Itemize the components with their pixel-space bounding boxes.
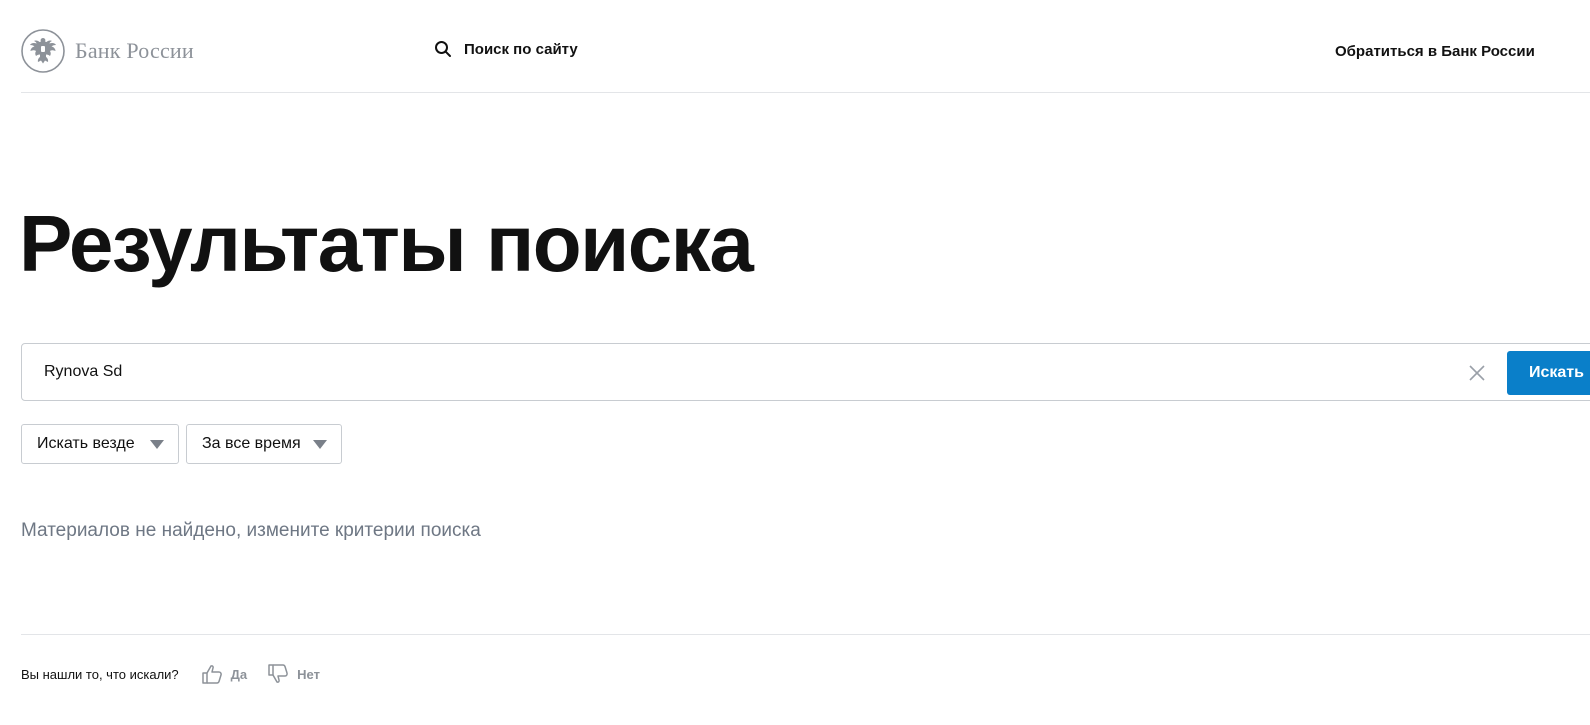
site-search-button[interactable]: Поиск по сайту xyxy=(434,40,578,58)
feedback-no-label: Нет xyxy=(297,666,320,682)
chevron-down-icon xyxy=(150,440,164,449)
filter-period-select[interactable]: За все время xyxy=(186,424,342,464)
double-headed-eagle-icon xyxy=(21,29,65,73)
feedback-bar: Вы нашли то, что искали? Да Нет xyxy=(21,662,320,686)
search-input[interactable] xyxy=(44,344,1444,400)
chevron-down-icon xyxy=(313,440,327,449)
empty-results-message: Материалов не найдено, измените критерии… xyxy=(21,520,481,541)
close-icon xyxy=(1469,365,1485,381)
search-icon xyxy=(435,41,451,57)
feedback-question: Вы нашли то, что искали? xyxy=(21,666,179,682)
site-search-label: Поиск по сайту xyxy=(464,40,578,58)
contact-bank-link[interactable]: Обратиться в Банк России xyxy=(1335,43,1535,60)
search-submit-button[interactable]: Искать xyxy=(1507,351,1590,395)
filter-scope-select[interactable]: Искать везде xyxy=(21,424,179,464)
filter-period-value: За все время xyxy=(202,435,301,452)
logo[interactable]: Банк России xyxy=(21,28,194,74)
feedback-no-button[interactable]: Нет xyxy=(267,664,320,684)
filter-scope-value: Искать везде xyxy=(37,435,135,452)
logo-text: Банк России xyxy=(75,38,194,63)
feedback-yes-button[interactable]: Да xyxy=(201,664,248,684)
clear-search-button[interactable] xyxy=(1468,364,1486,382)
feedback-yes-label: Да xyxy=(230,666,248,682)
search-box xyxy=(21,343,1590,401)
site-header: Банк России Поиск по сайту Обратиться в … xyxy=(21,0,1590,93)
thumbs-down-icon xyxy=(268,664,289,683)
thumbs-up-icon xyxy=(201,665,222,684)
page-title: Результаты поиска xyxy=(19,199,754,288)
divider xyxy=(21,634,1590,635)
